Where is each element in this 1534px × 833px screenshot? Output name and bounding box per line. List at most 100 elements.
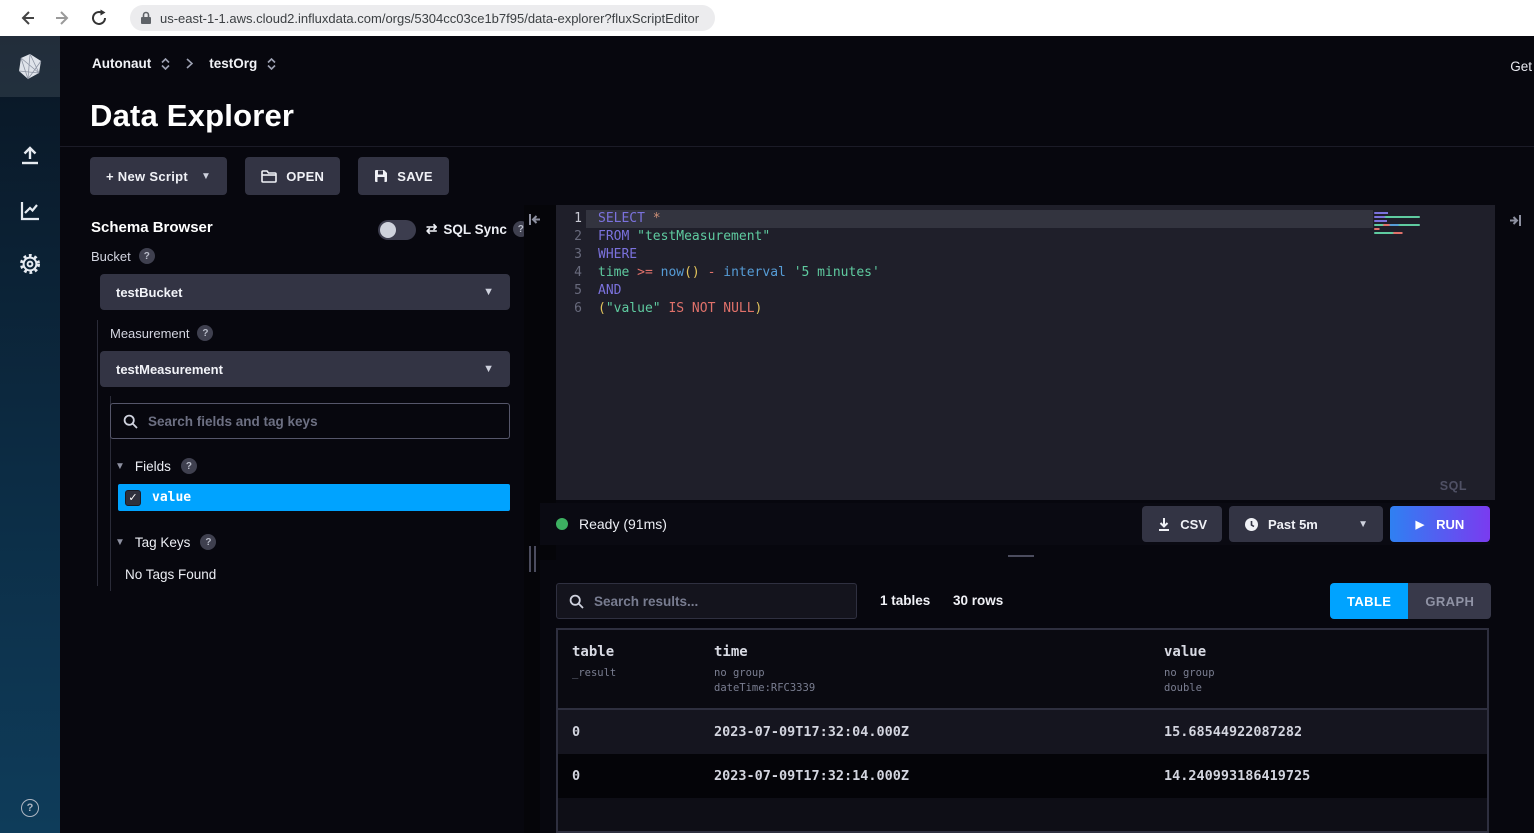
measurement-dropdown[interactable]: testMeasurement ▼ — [100, 351, 510, 387]
field-row-value[interactable]: ✓ value — [118, 484, 510, 511]
value-checkbox[interactable]: ✓ — [125, 490, 141, 506]
query-status-bar: Ready (91ms) CSV Past 5m ▼ ▶ RUN — [540, 503, 1490, 545]
bucket-label: Bucket — [91, 249, 131, 264]
measurement-help-icon[interactable]: ? — [197, 325, 213, 341]
script-toolbar: + New Script ▼ OPEN SAVE — [90, 157, 449, 195]
toggle-knob — [380, 222, 396, 238]
get-credit-link[interactable]: Get — [1510, 59, 1532, 74]
influxdb-logo[interactable] — [0, 36, 60, 97]
measurement-label: Measurement — [110, 326, 189, 341]
chevron-down-icon: ▼ — [1358, 519, 1368, 530]
open-button[interactable]: OPEN — [245, 157, 340, 195]
results-search-input[interactable] — [594, 594, 844, 609]
tag-keys-collapse-icon[interactable]: ▼ — [115, 537, 125, 548]
run-button[interactable]: ▶ RUN — [1390, 506, 1490, 542]
folder-icon — [261, 169, 277, 183]
csv-button[interactable]: CSV — [1142, 506, 1222, 542]
sql-sync-toggle[interactable] — [378, 220, 416, 240]
sql-editor[interactable]: 1SELECT *2FROM "testMeasurement"3WHERE4t… — [556, 205, 1495, 500]
table-column-header: valueno group double — [1164, 644, 1487, 696]
main-area: Autonaut testOrg Get Data Explorer + New… — [60, 36, 1534, 833]
fields-collapse-icon[interactable]: ▼ — [115, 461, 125, 472]
new-script-button[interactable]: + New Script ▼ — [90, 157, 227, 195]
chevron-down-icon: ▼ — [483, 286, 494, 298]
sql-sync-icon: ⇄ — [426, 221, 437, 237]
breadcrumb-suborg[interactable]: testOrg — [209, 56, 257, 71]
table-column-header: timeno group dateTime:RFC3339 — [714, 644, 1164, 696]
save-icon — [374, 169, 388, 183]
lock-icon — [140, 11, 152, 25]
field-value-label: value — [152, 490, 191, 505]
collapse-right-icon[interactable] — [1508, 214, 1520, 227]
code-line[interactable]: 2FROM "testMeasurement" — [556, 228, 1495, 246]
code-line[interactable]: 4time >= now() - interval '5 minutes' — [556, 264, 1495, 282]
tab-graph[interactable]: GRAPH — [1408, 583, 1491, 619]
forward-icon[interactable] — [50, 5, 76, 31]
results-table[interactable]: table_resulttimeno group dateTime:RFC333… — [556, 628, 1489, 833]
measurement-value: testMeasurement — [116, 362, 483, 377]
code-line[interactable]: 6("value" IS NOT NULL) — [556, 300, 1495, 318]
sql-sync-label: SQL Sync — [443, 222, 507, 237]
schema-browser-title: Schema Browser — [91, 219, 213, 236]
language-badge: SQL — [1440, 479, 1467, 493]
title-divider — [60, 146, 1534, 147]
browser-chrome: us-east-1-1.aws.cloud2.influxdata.com/or… — [0, 0, 1534, 36]
code-lines: 1SELECT *2FROM "testMeasurement"3WHERE4t… — [556, 205, 1495, 318]
code-line[interactable]: 5AND — [556, 282, 1495, 300]
tab-table[interactable]: TABLE — [1330, 583, 1408, 619]
view-toggle: TABLE GRAPH — [1330, 583, 1491, 619]
new-script-label: + New Script — [106, 169, 188, 184]
tag-keys-label: Tag Keys — [135, 535, 191, 550]
status-dot-icon — [556, 518, 568, 530]
play-icon: ▶ — [1416, 518, 1424, 531]
fields-label: Fields — [135, 459, 171, 474]
chevron-down-icon: ▼ — [483, 363, 494, 375]
tag-keys-help-icon[interactable]: ? — [200, 534, 216, 550]
rows-count: 30 rows — [953, 593, 1003, 608]
settings-gear-icon[interactable] — [0, 249, 60, 279]
upload-icon[interactable] — [0, 141, 60, 171]
table-row[interactable]: 02023-07-09T17:32:04.000Z15.685449220872… — [558, 710, 1487, 754]
page-title: Data Explorer — [90, 98, 294, 134]
save-button[interactable]: SAVE — [358, 157, 449, 195]
fields-search[interactable] — [110, 403, 510, 439]
org-switcher-icon[interactable] — [161, 58, 170, 70]
breadcrumb: Autonaut testOrg — [92, 56, 276, 71]
code-line[interactable]: 1SELECT * — [556, 210, 1495, 228]
collapse-left-icon[interactable] — [528, 213, 542, 226]
indent-guide — [97, 320, 98, 586]
fields-help-icon[interactable]: ? — [181, 458, 197, 474]
data-explorer-icon[interactable] — [0, 196, 60, 226]
fields-search-input[interactable] — [148, 414, 497, 429]
save-label: SAVE — [397, 169, 433, 184]
tables-count: 1 tables — [880, 593, 930, 608]
suborg-switcher-icon[interactable] — [267, 58, 276, 70]
table-body: 02023-07-09T17:32:04.000Z15.685449220872… — [558, 710, 1487, 798]
run-label: RUN — [1436, 517, 1464, 532]
search-icon — [123, 414, 138, 429]
back-icon[interactable] — [14, 5, 40, 31]
table-row[interactable]: 02023-07-09T17:32:14.000Z14.240993186419… — [558, 754, 1487, 798]
code-line[interactable]: 3WHERE — [556, 246, 1495, 264]
help-icon[interactable]: ? — [21, 799, 39, 817]
url-text: us-east-1-1.aws.cloud2.influxdata.com/or… — [160, 11, 699, 26]
table-column-header: table_result — [572, 644, 714, 696]
clock-icon — [1244, 517, 1259, 532]
chevron-down-icon: ▼ — [201, 171, 211, 182]
time-range-dropdown[interactable]: Past 5m ▼ — [1229, 506, 1383, 542]
status-text: Ready (91ms) — [579, 516, 667, 532]
editor-minimap[interactable] — [1374, 212, 1420, 236]
bucket-value: testBucket — [116, 285, 483, 300]
bucket-help-icon[interactable]: ? — [139, 248, 155, 264]
search-icon — [569, 594, 584, 609]
breadcrumb-chevron-icon — [186, 58, 193, 69]
bucket-dropdown[interactable]: testBucket ▼ — [100, 274, 510, 310]
breadcrumb-org[interactable]: Autonaut — [92, 56, 151, 71]
no-tags-text: No Tags Found — [125, 567, 216, 582]
url-bar[interactable]: us-east-1-1.aws.cloud2.influxdata.com/or… — [130, 5, 715, 31]
results-search[interactable] — [556, 583, 857, 619]
download-icon — [1157, 517, 1171, 532]
reload-icon[interactable] — [86, 5, 112, 31]
results-panel: 1 tables 30 rows TABLE GRAPH table_resul… — [540, 560, 1534, 833]
csv-label: CSV — [1180, 517, 1207, 532]
